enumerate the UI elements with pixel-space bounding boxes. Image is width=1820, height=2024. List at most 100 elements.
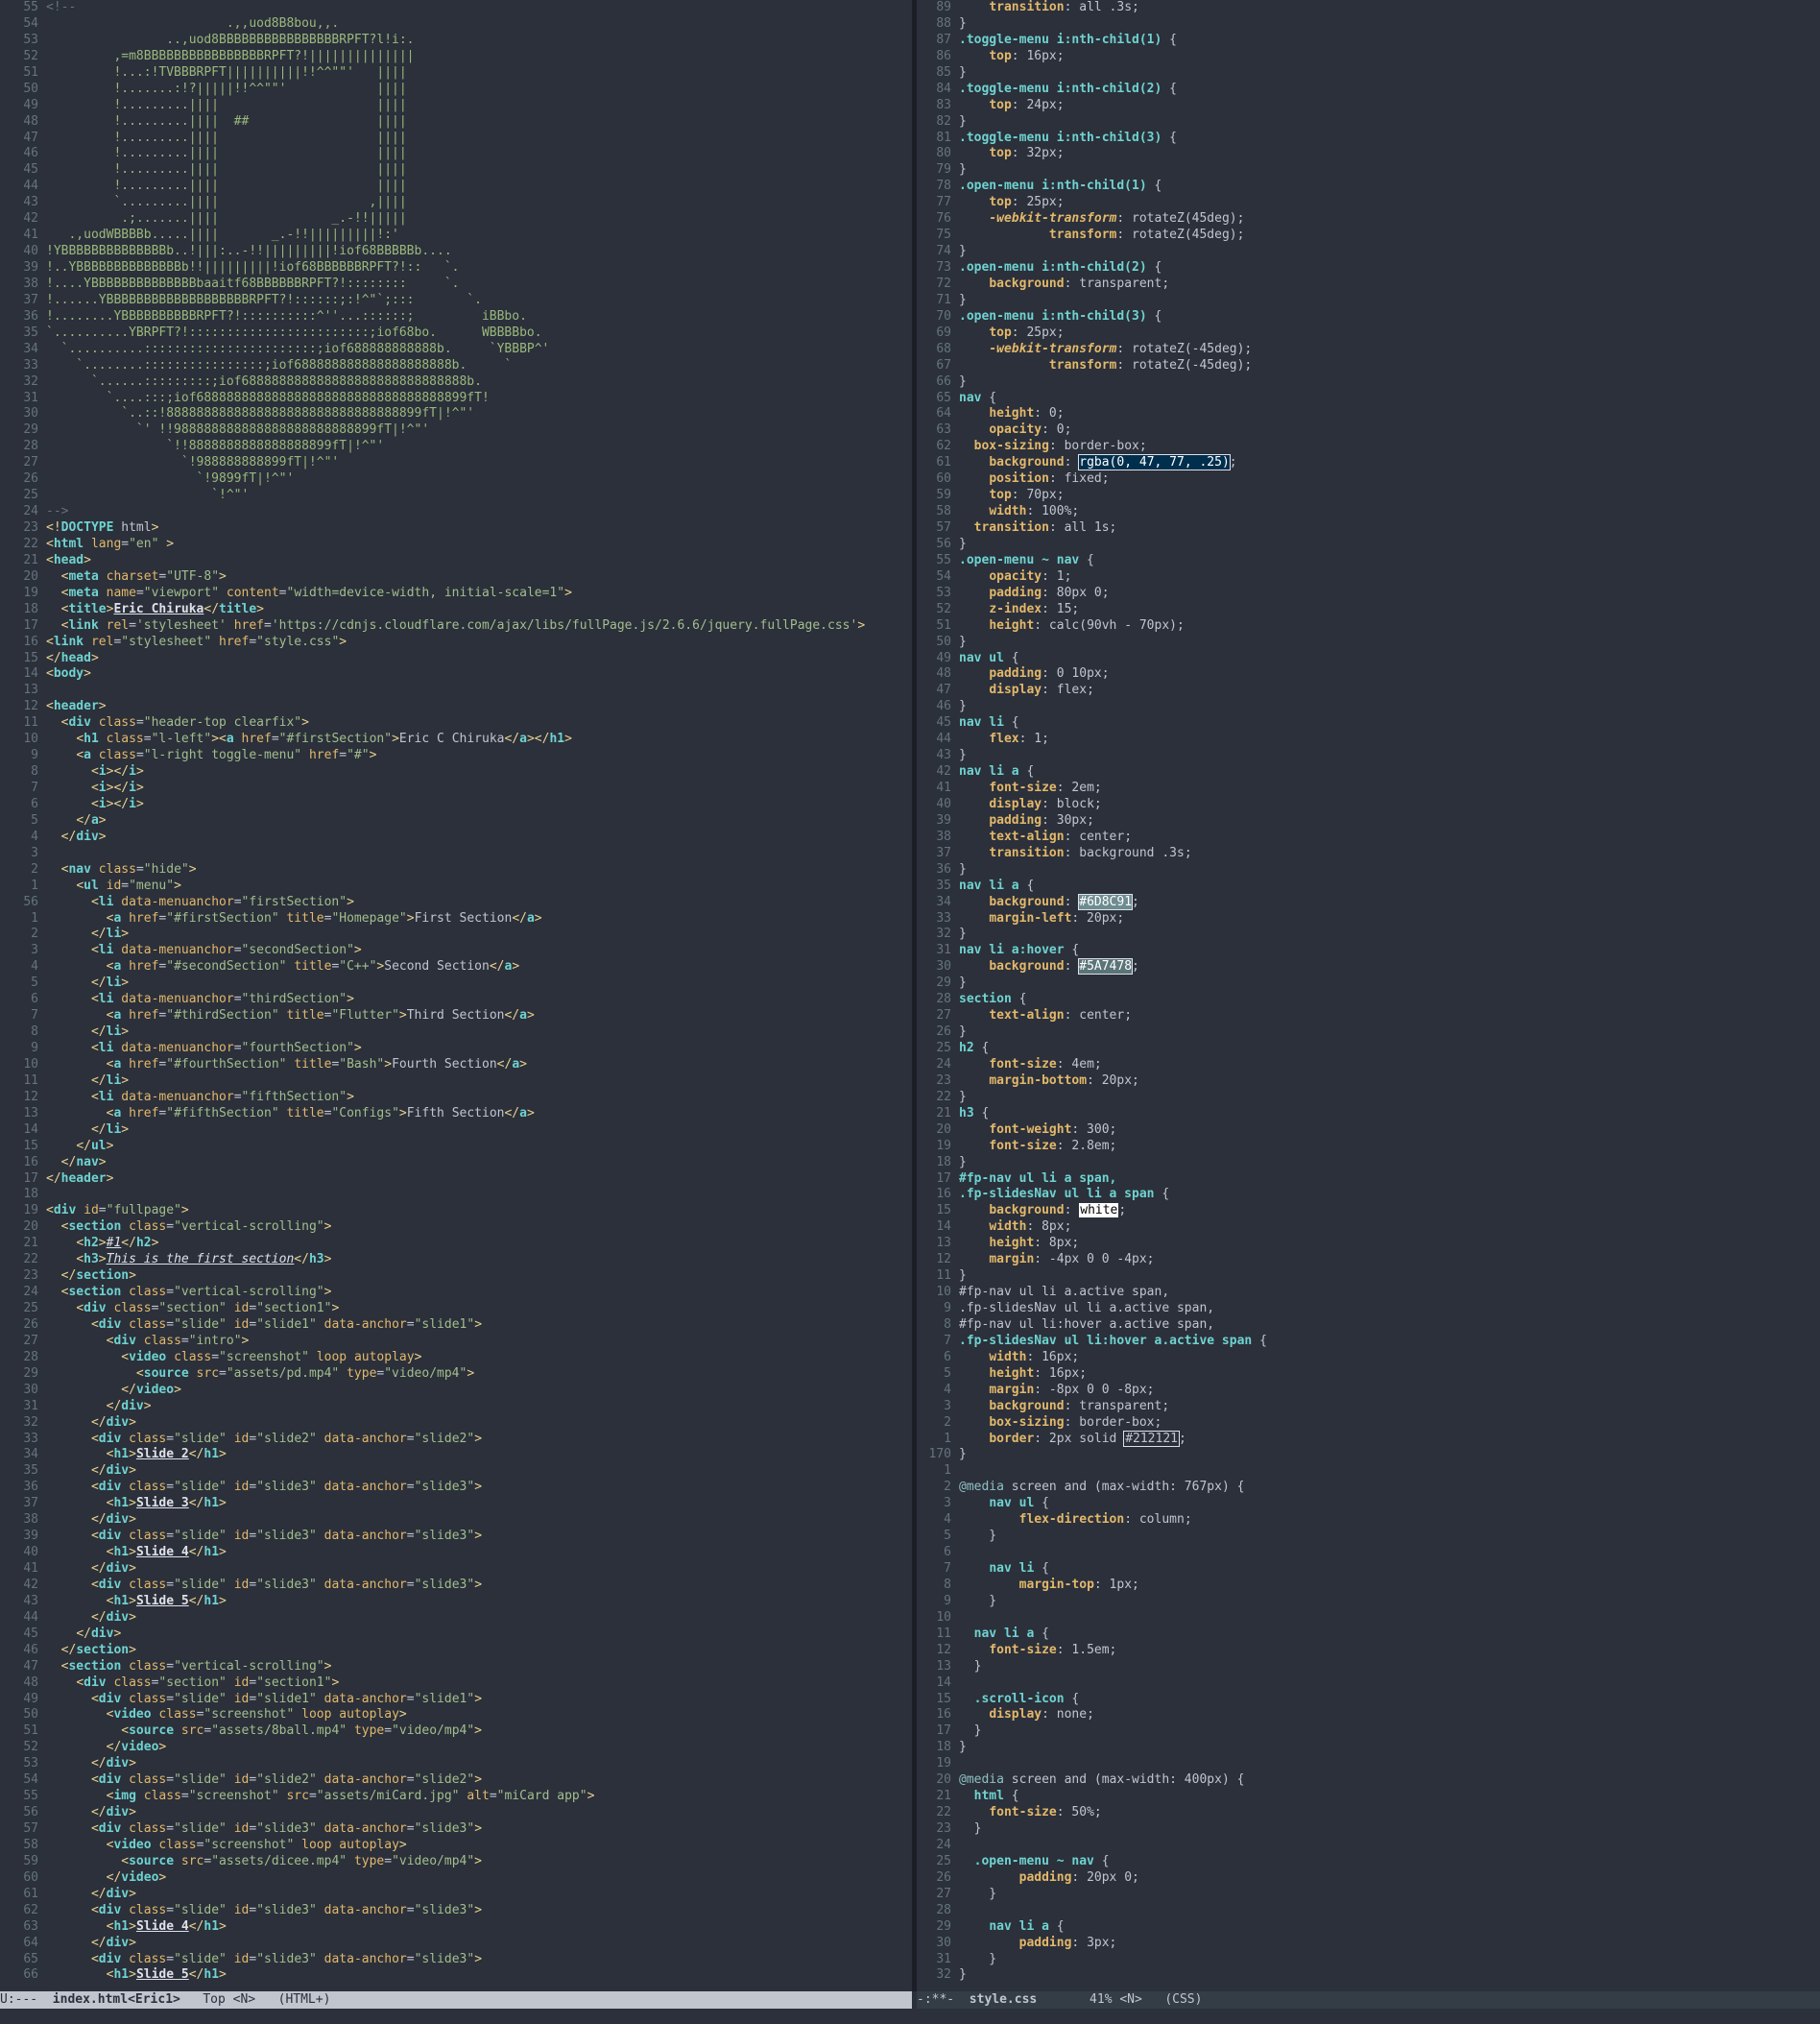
- code-line[interactable]: 29}: [917, 976, 1267, 992]
- code-line[interactable]: 14: [917, 1675, 1267, 1692]
- code-line[interactable]: 50 !.......:!?|||||!!^^""' ||||: [0, 82, 865, 98]
- code-line[interactable]: 54 <div class="slide" id="slide2" data-a…: [0, 1772, 865, 1789]
- code-line[interactable]: 40 display: block;: [917, 797, 1267, 813]
- code-line[interactable]: 52 z-index: 15;: [917, 602, 1267, 618]
- code-line[interactable]: 37 transition: background .3s;: [917, 846, 1267, 862]
- code-line[interactable]: 12 <header>: [0, 699, 865, 715]
- code-line[interactable]: 43 `.........|||| ,||||: [0, 195, 865, 211]
- code-line[interactable]: 66}: [917, 374, 1267, 391]
- code-line[interactable]: 39 !..YBBBBBBBBBBBBBBb!!|||||||||!iof68BB…: [0, 260, 865, 277]
- code-line[interactable]: 38 !....YBBBBBBBBBBBBBBbaaitf68BBBBBBRPFT…: [0, 277, 865, 293]
- code-line[interactable]: 71}: [917, 293, 1267, 309]
- code-line[interactable]: 27 <div class="intro">: [0, 1334, 865, 1350]
- code-line[interactable]: 2 box-sizing: border-box;: [917, 1415, 1267, 1432]
- code-line[interactable]: 16 </nav>: [0, 1155, 865, 1171]
- code-line[interactable]: 63 opacity: 0;: [917, 422, 1267, 439]
- code-line[interactable]: 22}: [917, 1090, 1267, 1106]
- code-line[interactable]: 22 <html lang="en" >: [0, 537, 865, 553]
- code-line[interactable]: 79}: [917, 162, 1267, 179]
- code-line[interactable]: 9 .fp-slidesNav ul li a.active span,: [917, 1301, 1267, 1317]
- code-line[interactable]: 49 !.........|||| ||||: [0, 98, 865, 114]
- code-line[interactable]: 14 <body>: [0, 666, 865, 683]
- code-line[interactable]: 64 height: 0;: [917, 406, 1267, 422]
- code-line[interactable]: 32}: [917, 1967, 1267, 1984]
- code-line[interactable]: 11 </li>: [0, 1073, 865, 1090]
- code-line[interactable]: 88}: [917, 16, 1267, 33]
- code-line[interactable]: 86 top: 16px;: [917, 49, 1267, 65]
- code-line[interactable]: 40 !YBBBBBBBBBBBBBBb..!|||:..-!!|||||||||…: [0, 244, 865, 260]
- code-line[interactable]: 5 height: 16px;: [917, 1366, 1267, 1383]
- code-line[interactable]: 82}: [917, 114, 1267, 131]
- code-line[interactable]: 15 </head>: [0, 651, 865, 667]
- code-line[interactable]: 59 top: 70px;: [917, 488, 1267, 504]
- code-line[interactable]: 21 html {: [917, 1789, 1267, 1805]
- code-line[interactable]: 20 <meta charset="UTF-8">: [0, 569, 865, 586]
- code-line[interactable]: 13 <a href="#fifthSection" title="Config…: [0, 1106, 865, 1122]
- code-line[interactable]: 47 !.........|||| ||||: [0, 131, 865, 147]
- code-line[interactable]: 11}: [917, 1268, 1267, 1285]
- code-line[interactable]: 37 !......YBBBBBBBBBBBBBBBBBBBRPFT?!:::::…: [0, 293, 865, 309]
- code-line[interactable]: 5 </a>: [0, 813, 865, 830]
- code-line[interactable]: 24: [917, 1838, 1267, 1854]
- code-line[interactable]: 63 <h1>Slide 4</h1>: [0, 1919, 865, 1936]
- code-line[interactable]: 17 #fp-nav ul li a span,: [917, 1171, 1267, 1188]
- css-editor-pane[interactable]: 89 transition: all .3s; 88} 87 .toggle-menu…: [917, 0, 1820, 1991]
- code-line[interactable]: 57 <div class="slide" id="slide3" data-a…: [0, 1821, 865, 1838]
- code-line[interactable]: 31 }: [917, 1952, 1267, 1968]
- code-line[interactable]: 43}: [917, 748, 1267, 764]
- code-line[interactable]: 12 <li data-menuanchor="fifthSection">: [0, 1090, 865, 1106]
- code-line[interactable]: 39 <div class="slide" id="slide3" data-a…: [0, 1529, 865, 1545]
- code-line[interactable]: 23 }: [917, 1821, 1267, 1838]
- code-line[interactable]: 30 background: #5A7478;: [917, 958, 1267, 976]
- code-line[interactable]: 55 <!--: [0, 0, 865, 16]
- code-line[interactable]: 3 <li data-menuanchor="secondSection">: [0, 943, 865, 959]
- code-line[interactable]: 23 </section>: [0, 1268, 865, 1285]
- code-line[interactable]: 9 <li data-menuanchor="fourthSection">: [0, 1041, 865, 1057]
- code-line[interactable]: 27 `!988888888899fT|!^"': [0, 455, 865, 471]
- code-line[interactable]: 49 nav ul {: [917, 651, 1267, 667]
- code-line[interactable]: 21 <h2>#1</h2>: [0, 1236, 865, 1252]
- code-line[interactable]: 35 `..........YBRPFT?!:::::::::::::::::::…: [0, 325, 865, 342]
- code-line[interactable]: 44 </div>: [0, 1610, 865, 1626]
- code-line[interactable]: 46 </section>: [0, 1643, 865, 1659]
- code-line[interactable]: 22 font-size: 50%;: [917, 1805, 1267, 1821]
- code-line[interactable]: 41 font-size: 2em;: [917, 781, 1267, 797]
- code-line[interactable]: 22 <h3>This is the first section</h3>: [0, 1252, 865, 1268]
- code-line[interactable]: 170}: [917, 1447, 1267, 1463]
- code-line[interactable]: 87 .toggle-menu i:nth-child(1) {: [917, 33, 1267, 49]
- code-line[interactable]: 17 }: [917, 1723, 1267, 1740]
- code-line[interactable]: 61 background: rgba(0, 47, 77, .25);: [917, 454, 1267, 471]
- code-line[interactable]: 3 background: transparent;: [917, 1399, 1267, 1415]
- code-line[interactable]: 13 }: [917, 1659, 1267, 1675]
- echo-area[interactable]: [0, 2009, 1820, 2024]
- code-line[interactable]: 76 -webkit-transform: rotateZ(45deg);: [917, 211, 1267, 228]
- code-line[interactable]: 60 </video>: [0, 1870, 865, 1887]
- code-line[interactable]: 32}: [917, 927, 1267, 943]
- code-line[interactable]: 67 transform: rotateZ(-45deg);: [917, 358, 1267, 374]
- code-line[interactable]: 20 @media screen and (max-width: 400px) {: [917, 1772, 1267, 1789]
- code-line[interactable]: 53 </div>: [0, 1756, 865, 1772]
- code-line[interactable]: 45 nav li {: [917, 715, 1267, 732]
- code-line[interactable]: 48 padding: 0 10px;: [917, 666, 1267, 683]
- code-line[interactable]: 34 <h1>Slide 2</h1>: [0, 1447, 865, 1463]
- code-line[interactable]: 14 width: 8px;: [917, 1219, 1267, 1236]
- code-line[interactable]: 2 <nav class="hide">: [0, 862, 865, 879]
- code-line[interactable]: 47 display: flex;: [917, 683, 1267, 699]
- code-line[interactable]: 11 nav li a {: [917, 1626, 1267, 1643]
- code-line[interactable]: 57 transition: all 1s;: [917, 520, 1267, 537]
- code-line[interactable]: 16 <link rel="stylesheet" href="style.css…: [0, 635, 865, 651]
- code-line[interactable]: 7 <i></i>: [0, 781, 865, 797]
- code-line[interactable]: 42 <div class="slide" id="slide3" data-a…: [0, 1578, 865, 1594]
- code-line[interactable]: 81 .toggle-menu i:nth-child(3) {: [917, 131, 1267, 147]
- code-line[interactable]: 20 <section class="vertical-scrolling">: [0, 1219, 865, 1236]
- code-line[interactable]: 15 </ul>: [0, 1139, 865, 1155]
- code-line[interactable]: 41 </div>: [0, 1561, 865, 1578]
- code-line[interactable]: 34 background: #6D8C91;: [917, 893, 1267, 911]
- code-line[interactable]: 14 </li>: [0, 1122, 865, 1139]
- code-line[interactable]: 21 h3 {: [917, 1106, 1267, 1122]
- code-line[interactable]: 24 <section class="vertical-scrolling">: [0, 1285, 865, 1301]
- code-line[interactable]: 21 <head>: [0, 553, 865, 569]
- code-line[interactable]: 72 background: transparent;: [917, 277, 1267, 293]
- code-line[interactable]: 73 .open-menu i:nth-child(2) {: [917, 260, 1267, 277]
- code-line[interactable]: 30 padding: 3px;: [917, 1936, 1267, 1952]
